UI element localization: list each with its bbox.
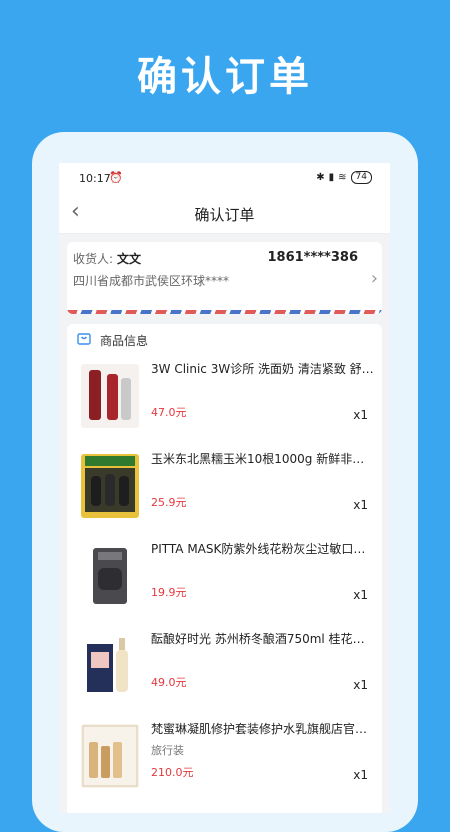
airmail-stripe [67,310,382,314]
item-name: 酝酿好时光 苏州桥冬酿酒750ml 桂花酒… [151,632,374,646]
alarm-icon: ⏰ [109,171,123,184]
product-thumbnail [81,724,139,788]
list-item[interactable]: 玉米东北黑糯玉米10根1000g 新鲜非转… 25.9元 x1 [67,444,382,534]
phone-screen: 10:17 ⏰ ✱ ▮ ≋ 74 ‹ 确认订单 收货人: 文文 1861****3… [59,163,390,813]
status-icons: ✱ ▮ ≋ 74 [316,171,372,184]
item-quantity: x1 [353,498,368,512]
signal-icon: ▮ [328,172,335,183]
item-name: PITTA MASK防紫外线花粉灰尘过敏口罩… [151,542,374,556]
chevron-right-icon[interactable]: › [371,268,378,289]
page-title: 确认订单 [194,206,255,224]
address-card[interactable]: 收货人: 文文 1861****386 四川省成都市武侯区环球**** › [67,242,382,314]
goods-header-label: 商品信息 [100,334,149,348]
goods-card: 商品信息 3W Clinic 3W诊所 洗面奶 清洁紧致 舒缓… 47.0元 x… [67,324,382,813]
address-detail: 四川省成都市武侯区环球**** [73,274,230,288]
item-quantity: x1 [353,408,368,422]
status-bar: 10:17 ⏰ ✱ ▮ ≋ 74 [59,163,390,193]
consignee-phone: 1861****386 [267,250,358,265]
consignee-label: 收货人: [73,252,114,266]
item-name: 梵蜜琳凝肌修护套装修护水乳旗舰店官… [151,722,368,736]
item-name: 玉米东北黑糯玉米10根1000g 新鲜非转… [151,452,374,466]
item-price: 25.9元 [151,496,187,509]
product-thumbnail [81,364,139,428]
item-price: 210.0元 [151,766,194,779]
wifi-icon: ≋ [338,172,347,183]
status-time: 10:17 [79,172,111,185]
item-name: 3W Clinic 3W诊所 洗面奶 清洁紧致 舒缓… [151,362,374,376]
nav-bar: ‹ 确认订单 [59,193,390,234]
list-item[interactable]: PITTA MASK防紫外线花粉灰尘过敏口罩… 19.9元 x1 [67,534,382,624]
product-thumbnail [81,634,139,698]
item-price: 47.0元 [151,406,187,419]
item-quantity: x1 [353,588,368,602]
item-price: 49.0元 [151,676,187,689]
item-quantity: x1 [353,768,368,782]
battery-icon: 74 [350,171,372,184]
list-item[interactable]: 酝酿好时光 苏州桥冬酿酒750ml 桂花酒… 49.0元 x1 [67,624,382,714]
product-thumbnail [81,454,139,518]
shopping-bag-icon [77,333,91,345]
consignee-row: 收货人: 文文 [73,250,141,267]
goods-header: 商品信息 [67,324,382,354]
consignee-name: 文文 [117,252,142,266]
item-price: 19.9元 [151,586,187,599]
bluetooth-icon: ✱ [316,172,325,183]
item-spec: 旅行装 [151,744,184,757]
list-item[interactable]: 梵蜜琳凝肌修护套装修护水乳旗舰店官… 旅行装 210.0元 x1 [67,714,382,804]
item-quantity: x1 [353,678,368,692]
hero-title: 确认订单 [137,54,313,100]
product-thumbnail [81,544,139,608]
list-item[interactable]: 3W Clinic 3W诊所 洗面奶 清洁紧致 舒缓… 47.0元 x1 [67,354,382,444]
